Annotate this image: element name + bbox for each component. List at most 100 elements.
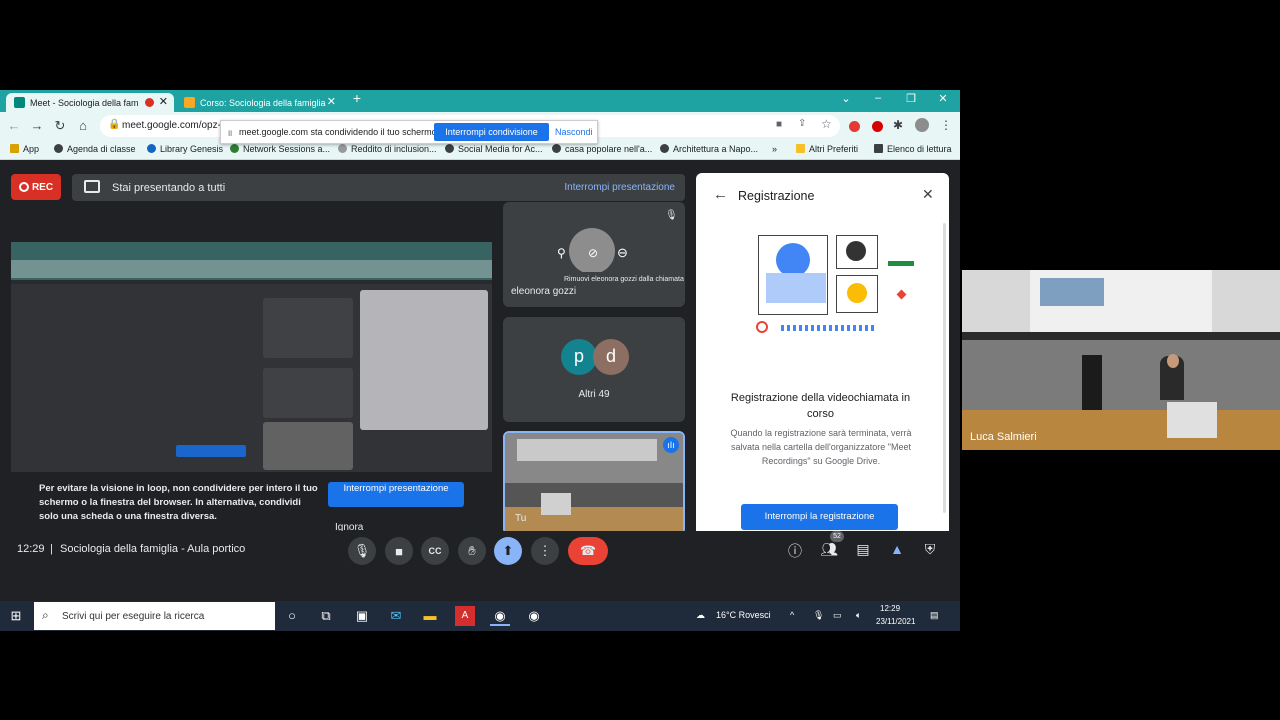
tab-corso[interactable]: Corso: Sociologia della famiglia ✕ xyxy=(176,93,342,112)
present-screen-icon xyxy=(84,180,100,193)
clock-time[interactable]: 12:29 xyxy=(880,604,900,613)
people-icon[interactable]: 👥︎ xyxy=(820,541,838,558)
hang-up-icon: ☎ xyxy=(579,543,597,558)
bookmarks-overflow-icon[interactable]: » xyxy=(772,144,777,154)
microphone-button[interactable]: 🎙︎ xyxy=(348,537,376,565)
separator: | xyxy=(50,543,53,555)
back-icon[interactable]: ← xyxy=(6,118,22,133)
bookmark-folder[interactable]: Altri Preferiti xyxy=(796,144,858,154)
screen-share-infobar: ॥ meet.google.com sta condividendo il tu… xyxy=(220,120,598,144)
more-options-button[interactable]: ⋮ xyxy=(531,537,559,565)
close-tab-icon[interactable]: ✕ xyxy=(159,95,168,108)
bookmark-item[interactable]: Social Media for Ac... xyxy=(445,144,543,154)
profile-avatar[interactable] xyxy=(915,118,929,132)
stop-recording-button[interactable]: Interrompi la registrazione xyxy=(741,504,898,530)
shared-screen-preview xyxy=(11,242,492,472)
captions-icon: CC xyxy=(428,546,442,556)
info-icon[interactable]: ⓘ xyxy=(786,541,804,561)
presenting-bar: Stai presentando a tutti Interrompi pres… xyxy=(72,174,685,201)
meeting-time: 12:29 xyxy=(17,543,45,555)
close-window-icon[interactable]: ✕ xyxy=(935,92,951,105)
taskbar-search-input[interactable]: ⌕ Scrivi qui per eseguire la ricerca xyxy=(34,602,275,630)
hide-button[interactable]: Nascondi xyxy=(555,127,593,137)
back-arrow-icon[interactable]: ← xyxy=(713,186,728,203)
clock-date[interactable]: 23/11/2021 xyxy=(876,617,915,626)
loop-warning-text: Per evitare la visione in loop, non cond… xyxy=(39,483,318,522)
camera-button[interactable]: ■ xyxy=(385,537,413,565)
chrome-active-icon[interactable]: ◉ xyxy=(490,606,510,626)
bookmark-item[interactable]: Network Sessions a... xyxy=(230,144,330,154)
tray-chevron-icon[interactable]: ^ xyxy=(790,610,794,620)
lock-icon: 🔒 xyxy=(108,119,121,130)
tab-search-icon[interactable]: ⌄ xyxy=(838,92,854,105)
participant-tile-eleonora[interactable]: 🎙︎ ⚲ ⊘ ⊖ Rimuovi eleonora gozzi dalla ch… xyxy=(503,202,685,307)
captions-button[interactable]: CC xyxy=(421,537,449,565)
chat-icon[interactable]: ▤ xyxy=(854,541,872,558)
file-explorer-icon[interactable]: ▬ xyxy=(420,606,440,626)
bookmark-star-icon[interactable]: ☆ xyxy=(821,117,832,131)
bookmark-item[interactable]: Architettura a Napo... xyxy=(660,144,758,154)
camera-indicator-icon[interactable]: ■ xyxy=(776,119,782,130)
browser-tab-strip: Meet - Sociologia della fam ✕ Corso: Soc… xyxy=(0,90,960,112)
volume-icon[interactable]: 🔈︎ xyxy=(856,610,861,621)
reload-icon[interactable]: ↻ xyxy=(52,118,68,134)
task-view-icon[interactable]: ⧉ xyxy=(316,606,336,626)
stop-presenting-link[interactable]: Interrompi presentazione xyxy=(564,182,675,193)
panel-title: Registrazione xyxy=(738,189,815,203)
mute-participant-icon[interactable]: ⊘ xyxy=(588,246,598,260)
extension-opera-icon[interactable] xyxy=(872,121,883,132)
tab-meet[interactable]: Meet - Sociologia della fam ✕ xyxy=(6,93,174,112)
activities-icon[interactable]: ▲ xyxy=(888,541,906,557)
mic-icon: 🎙︎ xyxy=(353,543,371,558)
stop-presenting-button[interactable]: Interrompi presentazione xyxy=(328,482,464,507)
end-call-button[interactable]: ☎ xyxy=(568,537,608,565)
reading-list[interactable]: Elenco di lettura xyxy=(874,144,952,154)
search-placeholder: Scrivi qui per eseguire la ricerca xyxy=(62,611,205,622)
host-controls-icon[interactable]: ⛨ xyxy=(921,541,939,558)
remove-tooltip: Rimuovi eleonora gozzi dalla chiamata xyxy=(561,272,685,287)
avatar: p xyxy=(561,339,597,375)
stop-sharing-button[interactable]: Interrompi condivisione xyxy=(434,123,549,141)
participant-tile-self[interactable]: ıIı Tu xyxy=(503,431,685,535)
url-text: meet.google.com/opz- xyxy=(122,120,221,131)
panel-description: Quando la registrazione sarà terminata, … xyxy=(730,428,912,466)
rec-badge: REC xyxy=(11,174,61,200)
bookmark-item[interactable]: casa popolare nell'a... xyxy=(552,144,652,154)
bookmark-item[interactable]: App xyxy=(10,144,39,154)
bookmark-item[interactable]: Reddito di inclusion... xyxy=(338,144,437,154)
share-icon[interactable]: ⇪ xyxy=(798,118,806,129)
acrobat-icon[interactable]: A xyxy=(455,606,475,626)
bookmark-item[interactable]: Agenda di classe xyxy=(54,144,136,154)
notifications-icon[interactable]: ▤ xyxy=(930,610,939,621)
muted-mic-icon: 🎙︎ xyxy=(665,210,678,221)
weather-icon[interactable]: ☁ xyxy=(696,610,705,621)
cortana-icon[interactable]: ○ xyxy=(282,606,302,626)
forward-icon[interactable]: → xyxy=(29,118,45,133)
new-tab-icon[interactable]: + xyxy=(349,90,365,106)
menu-kebab-icon[interactable]: ⋮ xyxy=(940,118,952,132)
store-icon[interactable]: ▣ xyxy=(352,606,372,626)
mail-icon[interactable]: ✉ xyxy=(386,606,406,626)
home-icon[interactable]: ⌂ xyxy=(75,118,91,133)
recording-panel: ← Registrazione ✕ Registrazione della vi… xyxy=(696,173,949,545)
present-button[interactable]: ⬆ xyxy=(494,537,522,565)
moodle-favicon-icon xyxy=(184,97,195,108)
close-tab-icon[interactable]: ✕ xyxy=(327,95,336,108)
pin-icon[interactable]: ⚲ xyxy=(557,246,566,260)
tray-mic-icon[interactable]: 🎙︎ xyxy=(813,610,824,621)
windows-start-icon[interactable]: ⊞ xyxy=(6,606,26,626)
remove-participant-icon[interactable]: ⊖ xyxy=(617,245,628,261)
restore-icon[interactable]: ❐ xyxy=(903,92,919,105)
kebab-icon: ⋮ xyxy=(538,543,552,558)
panel-scrollbar[interactable] xyxy=(943,223,946,513)
weather-text[interactable]: 16°C Rovesci xyxy=(716,610,771,620)
network-icon[interactable]: ▭ xyxy=(833,610,842,621)
close-panel-icon[interactable]: ✕ xyxy=(922,186,934,203)
bookmark-item[interactable]: Library Genesis xyxy=(147,144,223,154)
chrome-icon[interactable]: ◉ xyxy=(524,606,544,626)
raise-hand-button[interactable]: ✋︎ xyxy=(458,537,486,565)
extension-abp-icon[interactable] xyxy=(849,121,860,132)
minimize-icon[interactable]: – xyxy=(870,92,886,104)
participant-tile-others[interactable]: p d Altri 49 xyxy=(503,317,685,422)
extensions-puzzle-icon[interactable]: ✱ xyxy=(893,118,903,132)
